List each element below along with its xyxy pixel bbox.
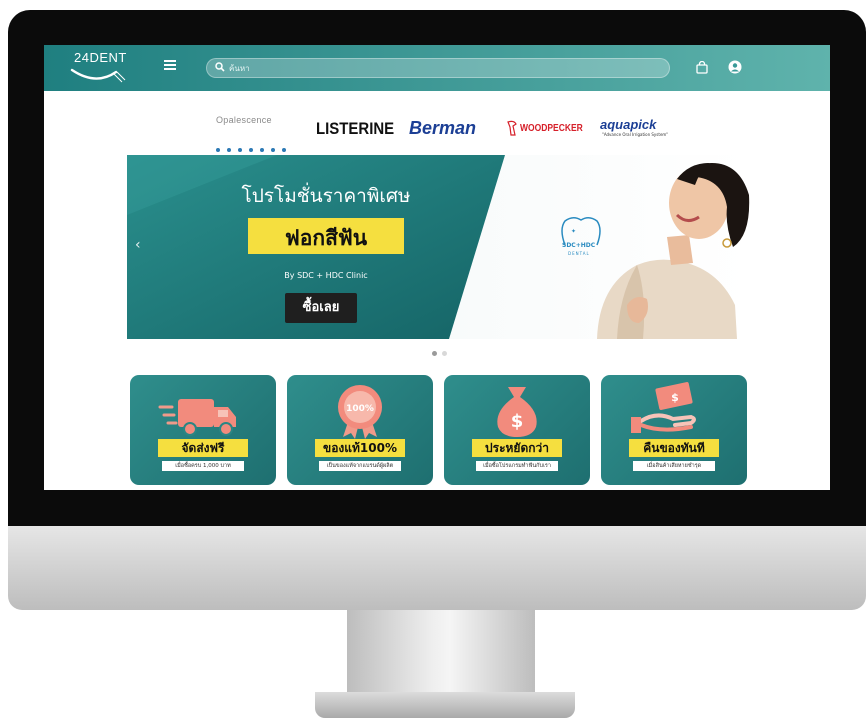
banner-highlight-box: ฟอกสีฟัน: [248, 218, 404, 254]
search-bar[interactable]: [206, 58, 670, 78]
brand-opalescence-dots: [216, 137, 293, 156]
brand-woodpecker-text: WOODPECKER: [520, 123, 583, 134]
feature-card-refund[interactable]: $ คืนของทันที เมื่อสินค้าเสียหายชำรุด: [601, 375, 747, 485]
banner-title: โปรโมชั่นราคาพิเศษ: [241, 185, 411, 207]
top-navbar: 24DENT: [44, 45, 830, 91]
feature-title: ประหยัดกว่า: [472, 439, 562, 457]
feature-subtitle: เป็นของแท้จากแบรนด์ผู้ผลิต: [319, 461, 401, 471]
banner-subtitle: By SDC + HDC Clinic: [284, 271, 368, 280]
svg-text:✦: ✦: [571, 228, 576, 235]
search-icon: [215, 62, 225, 72]
feature-card-savings[interactable]: $ ประหยัดกว่า เมื่อซื้อโปรแกรมทำฟันกับเร…: [444, 375, 590, 485]
feature-subtitle: เมื่อซื้อโปรแกรมทำฟันกับเรา: [476, 461, 558, 471]
monitor-stand-foot: [315, 692, 575, 718]
money-bag-icon: $: [497, 387, 537, 437]
feature-subtitle: เมื่อซื้อครบ 1,000 บาท: [162, 461, 244, 471]
money-refund-icon: $: [631, 382, 696, 433]
brand-aquapick-text: aquapick: [600, 117, 657, 132]
search-input[interactable]: [227, 60, 651, 76]
truck-icon: [158, 399, 236, 436]
buy-now-button[interactable]: ซื้อเลย: [285, 293, 357, 323]
feature-title: คืนของทันที: [629, 439, 719, 457]
hamburger-menu-icon[interactable]: [164, 57, 180, 73]
logo-smile-icon: [70, 68, 126, 83]
user-account-icon[interactable]: [728, 60, 742, 74]
brand-logo-listerine[interactable]: LISTERINE: [316, 119, 394, 139]
monitor-stand-neck: [347, 610, 535, 696]
monitor-chin: [8, 526, 866, 610]
banner-model-photo: [597, 163, 750, 339]
woodpecker-bird-icon: [507, 120, 517, 136]
shopping-bag-icon[interactable]: [696, 61, 708, 74]
promo-banner[interactable]: ‹ โปรโมชั่นราคาพิเศษ ฟอกสีฟัน By SDC + H…: [127, 155, 750, 339]
feature-title: จัดส่งฟรี: [158, 439, 248, 457]
site-logo[interactable]: 24DENT: [68, 50, 128, 86]
brand-logo-opalescence[interactable]: Opalescence: [216, 115, 272, 125]
carousel-dot-1[interactable]: [432, 351, 437, 356]
svg-text:$: $: [671, 391, 679, 404]
badge-100-text: 100%: [346, 404, 374, 414]
brand-aquapick-tagline: "Advance Oral Irrigation System": [602, 132, 669, 137]
banner-highlight-text: ฟอกสีฟัน: [284, 226, 368, 250]
feature-title: ของแท้100%: [315, 439, 405, 457]
feature-card-genuine[interactable]: 100% ของแท้100% เป็นของแท้จากแบรนด์ผู้ผล…: [287, 375, 433, 485]
carousel-dot-2[interactable]: [442, 351, 447, 356]
svg-text:$: $: [511, 411, 524, 432]
feature-subtitle: เมื่อสินค้าเสียหายชำรุด: [633, 461, 715, 471]
carousel-dots: [432, 341, 452, 360]
brand-logo-berman[interactable]: Berman: [409, 118, 476, 139]
feature-card-free-shipping[interactable]: จัดส่งฟรี เมื่อซื้อครบ 1,000 บาท: [130, 375, 276, 485]
badge-100-icon: 100%: [338, 385, 382, 439]
website-screen: 24DENT Opalescence: [44, 45, 830, 490]
logo-text: 24DENT: [74, 50, 127, 65]
banner-prev-arrow-icon[interactable]: ‹: [135, 237, 141, 253]
